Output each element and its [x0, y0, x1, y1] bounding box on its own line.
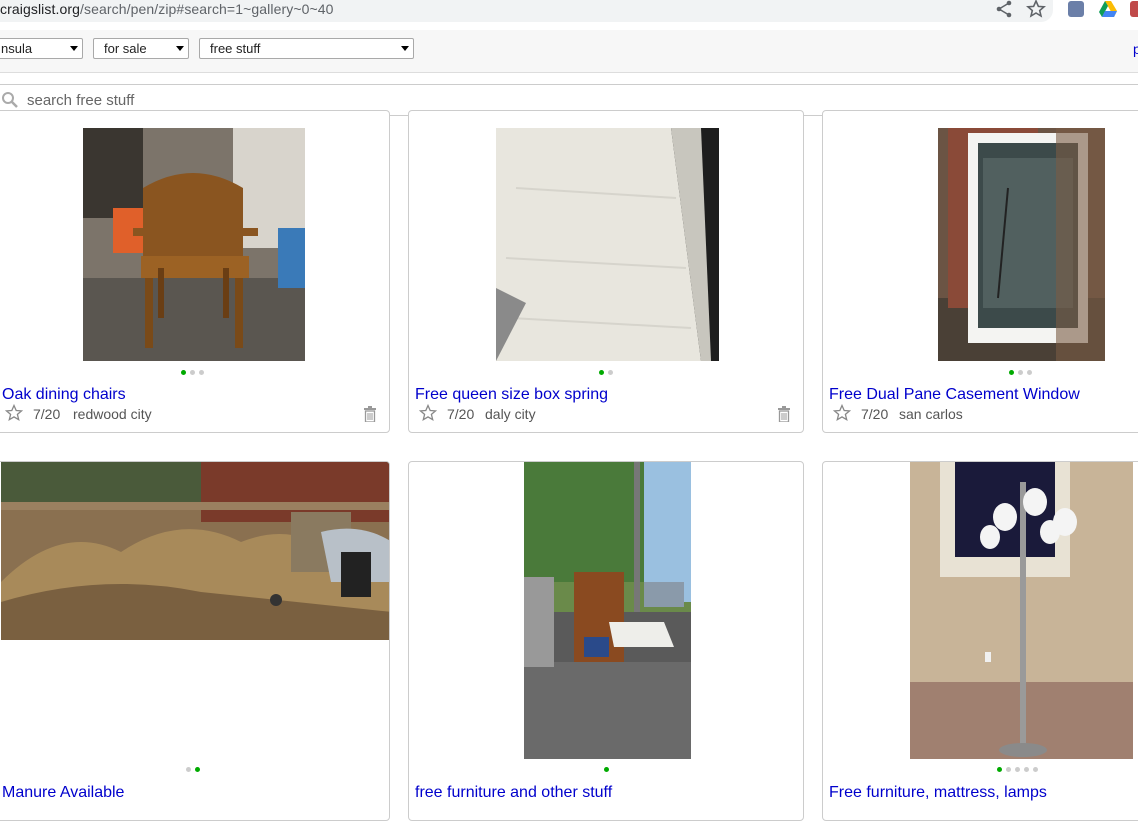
browser-toolbar: craigslist.org/search/pen/zip#search=1~g… — [0, 0, 1138, 30]
favorite-star-icon[interactable] — [833, 404, 851, 422]
listing-card[interactable]: Manure Available — [0, 461, 390, 821]
search-icon — [2, 92, 18, 108]
listing-title[interactable]: Manure Available — [2, 784, 124, 802]
dropdown-arrow-icon — [176, 46, 184, 51]
filter-bar: nsula for sale free stuff p — [0, 30, 1138, 73]
image-dot[interactable] — [1006, 767, 1011, 772]
url-text[interactable]: craigslist.org/search/pen/zip#search=1~g… — [0, 1, 334, 17]
image-dots — [1009, 370, 1032, 376]
image-dots — [181, 370, 204, 376]
bookmark-star-icon[interactable] — [1026, 0, 1046, 19]
trash-icon[interactable] — [777, 406, 791, 422]
listing-image[interactable] — [910, 462, 1133, 759]
image-dot[interactable] — [186, 767, 191, 772]
area-select-value: nsula — [1, 41, 33, 56]
image-dot[interactable] — [195, 767, 200, 772]
category-select[interactable]: for sale — [93, 38, 189, 59]
favorite-star-icon[interactable] — [5, 404, 23, 422]
address-bar[interactable]: craigslist.org/search/pen/zip#search=1~g… — [0, 0, 1053, 22]
listing-image[interactable] — [524, 462, 691, 759]
listing-date: 7/20 — [447, 406, 475, 422]
image-dot[interactable] — [181, 370, 186, 375]
image-dots — [604, 767, 609, 773]
listing-image[interactable] — [496, 128, 719, 361]
drive-icon[interactable] — [1099, 1, 1117, 17]
area-select[interactable]: nsula — [0, 38, 83, 59]
listing-title[interactable]: Free Dual Pane Casement Window — [829, 386, 1080, 404]
listing-image[interactable] — [83, 128, 305, 361]
url-domain: craigslist.org — [0, 1, 80, 17]
image-dot[interactable] — [997, 767, 1002, 772]
image-dots — [997, 767, 1038, 773]
image-dot[interactable] — [1033, 767, 1038, 772]
listing-location: san carlos — [899, 406, 963, 422]
image-dot[interactable] — [608, 370, 613, 375]
listing-card[interactable]: Free Dual Pane Casement Window 7/20 san … — [822, 110, 1138, 433]
listing-title[interactable]: Oak dining chairs — [2, 386, 126, 404]
extension-icon[interactable] — [1130, 1, 1138, 17]
image-dot[interactable] — [1009, 370, 1014, 375]
listing-location: daly city — [485, 406, 536, 422]
listing-title[interactable]: Free furniture, mattress, lamps — [829, 784, 1047, 802]
image-dot[interactable] — [1024, 767, 1029, 772]
listing-date: 7/20 — [861, 406, 889, 422]
listing-card[interactable]: free furniture and other stuff — [408, 461, 804, 821]
url-path: /search/pen/zip#search=1~gallery~0~40 — [79, 1, 334, 17]
image-dot[interactable] — [1027, 370, 1032, 375]
image-dot[interactable] — [1018, 370, 1023, 375]
listing-card[interactable]: Oak dining chairs 7/20 redwood city — [0, 110, 390, 433]
extension-icon[interactable] — [1068, 1, 1084, 17]
trash-icon[interactable] — [363, 406, 377, 422]
dropdown-arrow-icon — [70, 46, 78, 51]
listing-image[interactable] — [1, 462, 390, 640]
listing-card[interactable]: Free furniture, mattress, lamps — [822, 461, 1138, 821]
subcategory-select-value: free stuff — [210, 41, 261, 56]
image-dots — [599, 370, 613, 376]
image-dots — [186, 767, 200, 773]
listing-date: 7/20 — [33, 406, 61, 422]
favorite-star-icon[interactable] — [419, 404, 437, 422]
listing-title[interactable]: free furniture and other stuff — [415, 784, 612, 802]
listing-image[interactable] — [938, 128, 1105, 361]
subcategory-select[interactable]: free stuff — [199, 38, 414, 59]
image-dot[interactable] — [604, 767, 609, 772]
post-link[interactable]: p — [1133, 41, 1138, 57]
image-dot[interactable] — [190, 370, 195, 375]
category-select-value: for sale — [104, 41, 147, 56]
listing-location: redwood city — [73, 406, 152, 422]
dropdown-arrow-icon — [401, 46, 409, 51]
image-dot[interactable] — [599, 370, 604, 375]
image-dot[interactable] — [1015, 767, 1020, 772]
listing-card[interactable]: Free queen size box spring 7/20 daly cit… — [408, 110, 804, 433]
image-dot[interactable] — [199, 370, 204, 375]
search-input[interactable] — [27, 89, 927, 111]
share-icon[interactable] — [994, 0, 1014, 18]
listing-title[interactable]: Free queen size box spring — [415, 386, 608, 404]
